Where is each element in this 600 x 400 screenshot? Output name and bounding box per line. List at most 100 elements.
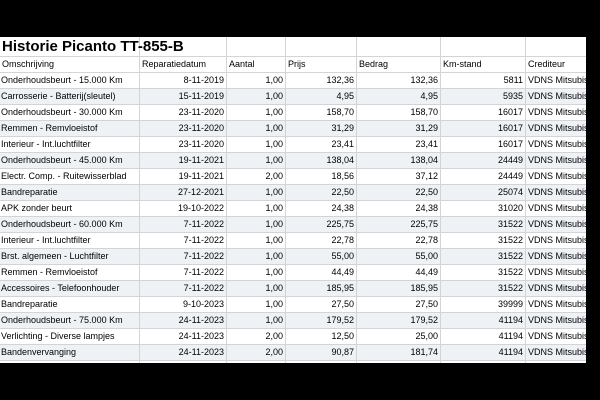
cell-crediteur[interactable]: VDNS Mitsubishi <box>526 137 586 152</box>
header-omschrijving[interactable]: Omschrijving <box>0 57 140 72</box>
cell-crediteur[interactable]: VDNS Mitsubishi <box>526 297 586 312</box>
cell-aantal[interactable]: 1,00 <box>227 217 286 232</box>
cell-bedrag[interactable]: 37,19 <box>357 361 441 363</box>
cell-bedrag[interactable]: 55,00 <box>357 249 441 264</box>
header-prijs[interactable]: Prijs <box>286 57 357 72</box>
cell-km-stand[interactable]: 51626 <box>441 361 526 363</box>
cell-km-stand[interactable]: 16017 <box>441 121 526 136</box>
cell-omschrijving[interactable]: Bandreparatie <box>0 185 140 200</box>
cell-km-stand[interactable]: 16017 <box>441 105 526 120</box>
cell-km-stand[interactable]: 31522 <box>441 265 526 280</box>
cell-crediteur[interactable]: VDNS Mitsubishi <box>526 313 586 328</box>
cell-omschrijving[interactable]: Remmen - Remvloeistof <box>0 265 140 280</box>
cell-prijs[interactable]: 23,41 <box>286 137 357 152</box>
cell-bedrag[interactable]: 22,50 <box>357 185 441 200</box>
cell-prijs[interactable]: 185,95 <box>286 281 357 296</box>
cell-bedrag[interactable]: 25,00 <box>357 329 441 344</box>
cell-reparatiedatum[interactable]: 19-10-2022 <box>140 201 227 216</box>
cell-aantal[interactable]: 1,00 <box>227 281 286 296</box>
cell-bedrag[interactable]: 24,38 <box>357 201 441 216</box>
cell-prijs[interactable]: 132,36 <box>286 73 357 88</box>
cell-crediteur[interactable]: VDNS Mitsubishi <box>526 201 586 216</box>
cell-bedrag[interactable]: 225,75 <box>357 217 441 232</box>
cell-aantal[interactable]: 1,00 <box>227 121 286 136</box>
cell-crediteur[interactable]: VDNS Mitsubishi <box>526 153 586 168</box>
cell-aantal[interactable]: 1,00 <box>227 265 286 280</box>
cell-aantal[interactable]: 1,00 <box>227 73 286 88</box>
cell-aantal[interactable]: 1,00 <box>227 297 286 312</box>
header-bedrag[interactable]: Bedrag <box>357 57 441 72</box>
cell-bedrag[interactable]: 4,95 <box>357 89 441 104</box>
cell-km-stand[interactable]: 24449 <box>441 153 526 168</box>
cell-crediteur[interactable]: VDNS Mitsubishi <box>526 249 586 264</box>
cell-reparatiedatum[interactable]: 7-11-2022 <box>140 281 227 296</box>
cell-bedrag[interactable]: 22,78 <box>357 233 441 248</box>
cell-crediteur[interactable]: VDNS Mitsubishi <box>526 121 586 136</box>
cell-omschrijving[interactable]: APK zonder beurt <box>0 361 140 363</box>
cell-omschrijving[interactable]: Accessoires - Telefoonhouder <box>0 281 140 296</box>
cell-bedrag[interactable]: 31,29 <box>357 121 441 136</box>
cell-reparatiedatum[interactable]: 7-11-2022 <box>140 249 227 264</box>
cell-bedrag[interactable]: 185,95 <box>357 281 441 296</box>
cell-km-stand[interactable]: 25074 <box>441 185 526 200</box>
cell-km-stand[interactable]: 39999 <box>441 297 526 312</box>
cell-reparatiedatum[interactable]: 24-11-2023 <box>140 329 227 344</box>
cell-crediteur[interactable]: VDNS Mitsubishi <box>526 233 586 248</box>
cell-reparatiedatum[interactable]: 7-11-2022 <box>140 265 227 280</box>
cell-aantal[interactable]: 1,00 <box>227 233 286 248</box>
cell-bedrag[interactable]: 179,52 <box>357 313 441 328</box>
cell-crediteur[interactable]: VDNS Mitsubishi <box>526 105 586 120</box>
cell-prijs[interactable]: 18,56 <box>286 169 357 184</box>
cell-prijs[interactable]: 225,75 <box>286 217 357 232</box>
cell-reparatiedatum[interactable]: 23-11-2020 <box>140 137 227 152</box>
cell-crediteur[interactable]: VDNS Mitsubishi <box>526 361 586 363</box>
cell-omschrijving[interactable]: Verlichting - Diverse lampjes <box>0 329 140 344</box>
cell-reparatiedatum[interactable]: 19-11-2024 <box>140 361 227 363</box>
grid-cell[interactable] <box>357 37 441 56</box>
cell-crediteur[interactable]: VDNS Mitsubishi <box>526 217 586 232</box>
cell-bedrag[interactable]: 37,12 <box>357 169 441 184</box>
cell-bedrag[interactable]: 27,50 <box>357 297 441 312</box>
cell-prijs[interactable]: 22,78 <box>286 233 357 248</box>
cell-prijs[interactable]: 44,49 <box>286 265 357 280</box>
cell-prijs[interactable]: 24,38 <box>286 201 357 216</box>
cell-reparatiedatum[interactable]: 19-11-2021 <box>140 169 227 184</box>
cell-aantal[interactable]: 1,00 <box>227 249 286 264</box>
cell-reparatiedatum[interactable]: 23-11-2020 <box>140 121 227 136</box>
cell-omschrijving[interactable]: Interieur - Int.luchtfilter <box>0 233 140 248</box>
header-km-stand[interactable]: Km-stand <box>441 57 526 72</box>
cell-omschrijving[interactable]: Onderhoudsbeurt - 75.000 Km <box>0 313 140 328</box>
header-aantal[interactable]: Aantal <box>227 57 286 72</box>
cell-bedrag[interactable]: 23,41 <box>357 137 441 152</box>
cell-aantal[interactable]: 1,00 <box>227 313 286 328</box>
cell-aantal[interactable]: 1,00 <box>227 185 286 200</box>
cell-reparatiedatum[interactable]: 23-11-2020 <box>140 105 227 120</box>
cell-crediteur[interactable]: VDNS Mitsubishi <box>526 281 586 296</box>
cell-km-stand[interactable]: 41194 <box>441 329 526 344</box>
cell-aantal[interactable]: 1,00 <box>227 89 286 104</box>
cell-reparatiedatum[interactable]: 19-11-2021 <box>140 153 227 168</box>
cell-omschrijving[interactable]: Bandreparatie <box>0 297 140 312</box>
cell-aantal[interactable]: 2,00 <box>227 345 286 360</box>
cell-omschrijving[interactable]: Onderhoudsbeurt - 60.000 Km <box>0 217 140 232</box>
cell-bedrag[interactable]: 181,74 <box>357 345 441 360</box>
cell-omschrijving[interactable]: Carrosserie - Batterij(sleutel) <box>0 89 140 104</box>
cell-km-stand[interactable]: 5935 <box>441 89 526 104</box>
cell-omschrijving[interactable]: Remmen - Remvloeistof <box>0 121 140 136</box>
cell-km-stand[interactable]: 31522 <box>441 249 526 264</box>
cell-aantal[interactable]: 2,00 <box>227 169 286 184</box>
cell-reparatiedatum[interactable]: 7-11-2022 <box>140 217 227 232</box>
cell-crediteur[interactable]: VDNS Mitsubishi <box>526 185 586 200</box>
cell-km-stand[interactable]: 41194 <box>441 313 526 328</box>
grid-cell[interactable] <box>441 37 526 56</box>
cell-prijs[interactable]: 179,52 <box>286 313 357 328</box>
cell-reparatiedatum[interactable]: 7-11-2022 <box>140 233 227 248</box>
cell-bedrag[interactable]: 132,36 <box>357 73 441 88</box>
cell-aantal[interactable]: 1,00 <box>227 361 286 363</box>
cell-prijs[interactable]: 22,50 <box>286 185 357 200</box>
cell-km-stand[interactable]: 5811 <box>441 73 526 88</box>
cell-omschrijving[interactable]: Electr. Comp. - Ruitewisserblad <box>0 169 140 184</box>
cell-omschrijving[interactable]: APK zonder beurt <box>0 201 140 216</box>
cell-prijs[interactable]: 90,87 <box>286 345 357 360</box>
cell-prijs[interactable]: 158,70 <box>286 105 357 120</box>
